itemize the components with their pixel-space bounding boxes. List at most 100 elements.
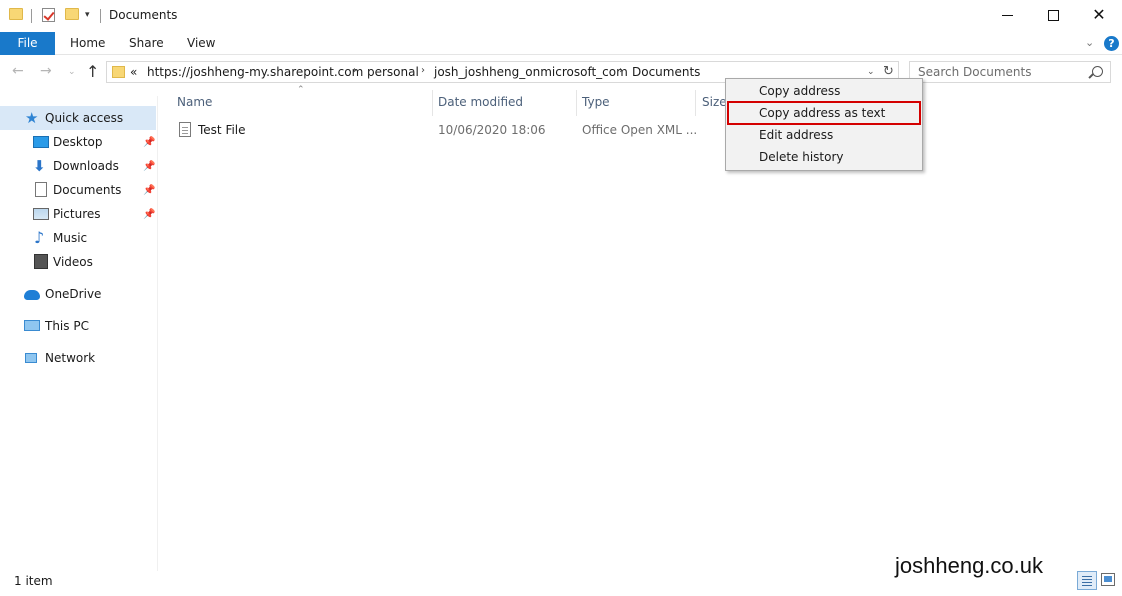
breadcrumb-onmicrosoft[interactable]: josh_joshheng_onmicrosoft_com — [434, 65, 628, 79]
desktop-icon — [33, 136, 49, 148]
sidebar-item-videos[interactable]: Videos — [0, 250, 156, 274]
breadcrumb-personal[interactable]: personal — [367, 65, 419, 79]
sort-ascending-icon: ⌃ — [297, 85, 305, 95]
breadcrumb-sharepoint[interactable]: https://joshheng-my.sharepoint.com — [147, 65, 363, 79]
large-icons-view-icon[interactable] — [1101, 573, 1115, 586]
sidebar-item-onedrive[interactable]: OneDrive — [0, 282, 156, 306]
chevron-right-icon[interactable]: › — [353, 65, 357, 76]
column-header-name[interactable]: Name — [177, 95, 212, 109]
file-type: Office Open XML ... — [582, 123, 698, 137]
sidebar-item-documents[interactable]: Documents 📌 — [0, 178, 156, 202]
minimize-button[interactable] — [984, 0, 1030, 30]
table-row[interactable]: Test File 10/06/2020 18:06 Office Open X… — [170, 120, 770, 142]
file-list: ⌃ Name Date modified Type Size Test File… — [160, 85, 1122, 571]
back-arrow-icon[interactable]: ← — [12, 63, 24, 79]
column-header-type[interactable]: Type — [582, 95, 610, 109]
file-date-modified: 10/06/2020 18:06 — [438, 123, 546, 137]
maximize-button[interactable] — [1030, 0, 1076, 30]
menu-item-label: Delete history — [759, 150, 844, 164]
sidebar-item-label: Documents — [53, 183, 122, 197]
highlight-box — [727, 101, 921, 125]
up-arrow-icon[interactable]: ↑ — [86, 62, 99, 81]
this-pc-icon — [24, 320, 40, 331]
sidebar-item-quick-access[interactable]: ★ Quick access — [0, 106, 156, 130]
folder-icon[interactable] — [9, 8, 23, 20]
customize-quick-access-icon[interactable]: ▾ — [85, 10, 90, 20]
sidebar-item-label: Music — [53, 231, 88, 245]
pictures-icon — [33, 208, 49, 220]
item-count: 1 item — [14, 574, 53, 588]
recent-locations-icon[interactable]: ⌄ — [68, 67, 76, 77]
menu-item-copy-address[interactable]: Copy address — [726, 80, 922, 102]
title-bar: ▾ Documents ✕ — [0, 0, 1122, 32]
sidebar-item-label: This PC — [45, 319, 89, 333]
column-header-date-modified[interactable]: Date modified — [438, 95, 523, 109]
pin-icon[interactable]: 📌 — [143, 161, 155, 172]
chevron-right-icon[interactable]: › — [619, 65, 623, 76]
sidebar-item-label: OneDrive — [45, 287, 102, 301]
watermark: joshheng.co.uk — [895, 553, 1043, 578]
sidebar-item-label: Videos — [53, 255, 93, 269]
sidebar-item-label: Downloads — [53, 159, 119, 173]
expand-ribbon-icon[interactable]: ⌄ — [1085, 36, 1094, 49]
close-icon: ✕ — [1092, 5, 1106, 24]
window-title: Documents — [109, 8, 178, 22]
sidebar-item-label: Network — [45, 351, 96, 365]
sidebar-item-this-pc[interactable]: This PC — [0, 314, 156, 338]
network-icon — [25, 353, 37, 363]
chevron-right-icon[interactable]: › — [421, 65, 425, 76]
sidebar-item-network[interactable]: Network — [0, 346, 156, 370]
column-divider[interactable] — [576, 90, 577, 116]
forward-arrow-icon[interactable]: → — [40, 63, 52, 79]
file-name[interactable]: Test File — [198, 123, 246, 137]
sidebar-item-pictures[interactable]: Pictures 📌 — [0, 202, 156, 226]
navigation-pane: ★ Quick access Desktop 📌 ⬇ Downloads 📌 D… — [0, 96, 158, 571]
document-file-icon — [179, 122, 191, 137]
menu-item-delete-history[interactable]: Delete history — [726, 146, 922, 168]
documents-icon — [35, 182, 47, 197]
sidebar-item-label: Quick access — [45, 111, 124, 125]
tab-home[interactable]: Home — [70, 32, 105, 55]
download-icon: ⬇ — [33, 157, 46, 175]
search-input[interactable]: Search Documents — [909, 61, 1111, 83]
details-view-icon[interactable] — [1077, 571, 1097, 590]
minimize-icon — [1001, 14, 1013, 16]
onedrive-icon — [24, 290, 40, 300]
sidebar-item-downloads[interactable]: ⬇ Downloads 📌 — [0, 154, 156, 178]
address-context-menu: Copy address Copy address as text Edit a… — [725, 78, 923, 171]
ribbon-tabs: File Home Share View ⌄ ? — [0, 32, 1122, 55]
menu-item-label: Copy address — [759, 84, 841, 98]
help-icon[interactable]: ? — [1104, 36, 1119, 51]
videos-icon — [34, 254, 48, 269]
address-dropdown-icon[interactable]: ⌄ — [867, 67, 875, 77]
title-separator — [100, 9, 101, 23]
sidebar-item-label: Pictures — [53, 207, 101, 221]
navigation-bar: ← → ⌄ ↑ « https://joshheng-my.sharepoint… — [0, 56, 1122, 88]
pin-icon[interactable]: 📌 — [143, 185, 155, 196]
title-separator — [31, 9, 32, 23]
sidebar-item-desktop[interactable]: Desktop 📌 — [0, 130, 156, 154]
column-divider[interactable] — [695, 90, 696, 116]
close-button[interactable]: ✕ — [1076, 0, 1122, 30]
column-divider[interactable] — [432, 90, 433, 116]
refresh-icon[interactable]: ↻ — [883, 64, 894, 79]
tab-share[interactable]: Share — [129, 32, 164, 55]
new-folder-icon[interactable] — [65, 8, 79, 20]
menu-item-label: Edit address — [759, 128, 834, 142]
pin-icon[interactable]: 📌 — [143, 209, 155, 220]
properties-icon[interactable] — [42, 8, 55, 22]
search-icon[interactable] — [1092, 66, 1103, 77]
maximize-icon — [1047, 9, 1059, 21]
address-overflow[interactable]: « — [130, 65, 137, 79]
sidebar-item-label: Desktop — [53, 135, 103, 149]
tab-view[interactable]: View — [187, 32, 215, 55]
menu-item-edit-address[interactable]: Edit address — [726, 124, 922, 146]
breadcrumb-documents[interactable]: Documents — [632, 65, 700, 79]
search-placeholder: Search Documents — [918, 65, 1032, 79]
column-header-size[interactable]: Size — [702, 95, 727, 109]
tab-file[interactable]: File — [0, 32, 55, 55]
sidebar-item-music[interactable]: ♪ Music — [0, 226, 156, 250]
music-icon: ♪ — [34, 228, 45, 247]
pin-icon[interactable]: 📌 — [143, 137, 155, 148]
star-icon: ★ — [25, 109, 39, 127]
